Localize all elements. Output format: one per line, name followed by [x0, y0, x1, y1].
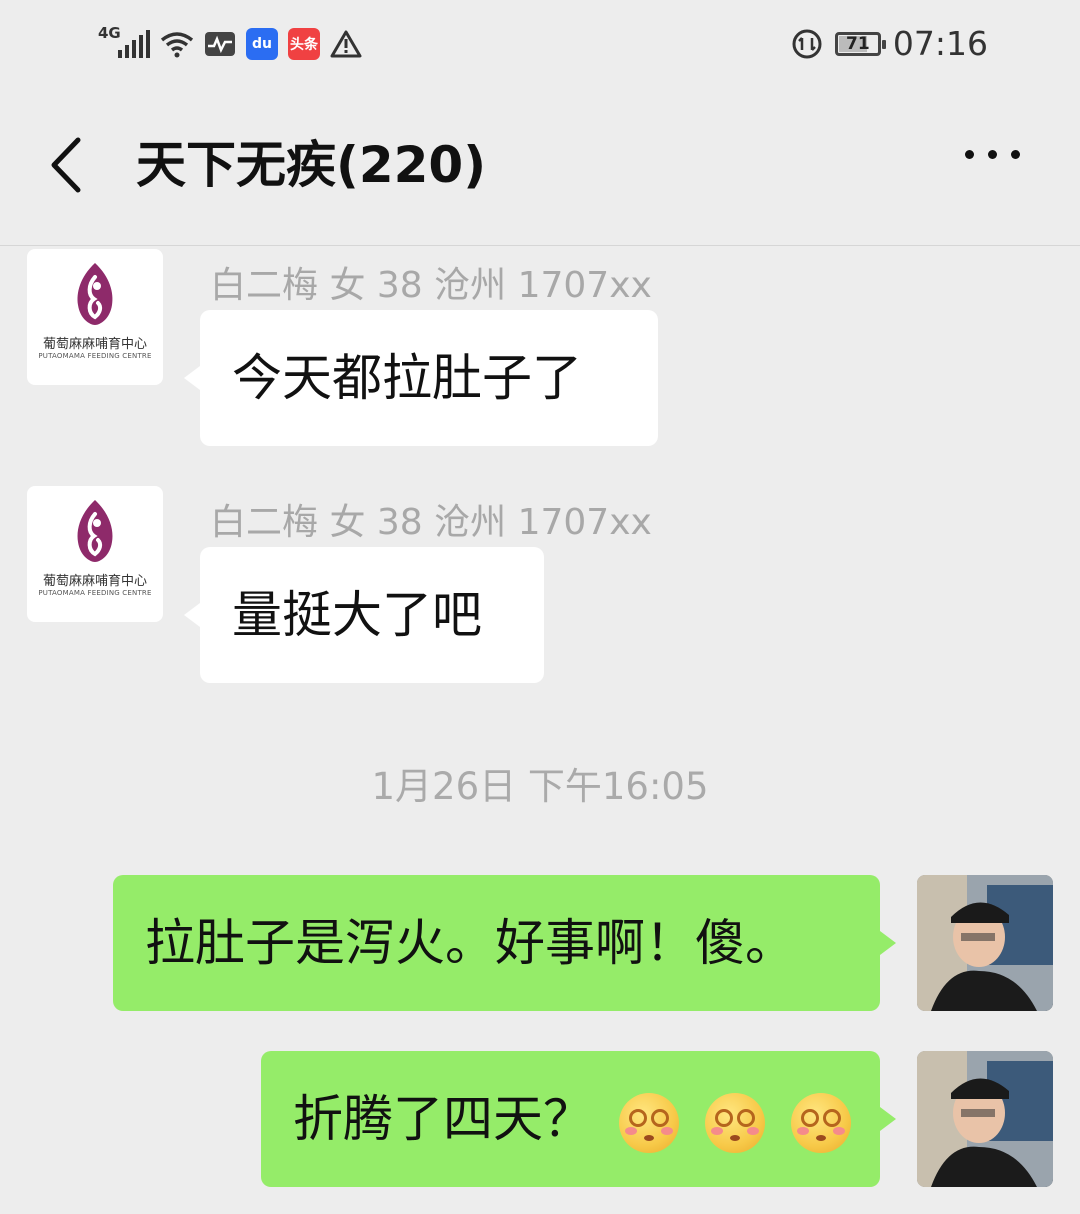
battery-level: 71: [846, 33, 870, 54]
dizzy-face-emoji-icon: [790, 1092, 851, 1153]
message-bubble[interactable]: 折腾了四天？: [261, 1051, 896, 1187]
avatar[interactable]: 葡萄麻麻哺育中心 PUTAOMAMA FEEDING CENTRE: [27, 249, 163, 385]
putaomama-logo-icon: [77, 500, 113, 562]
dizzy-face-emoji-icon: [704, 1092, 765, 1153]
warning-icon: [330, 30, 362, 58]
message-bubble[interactable]: 今天都拉肚子了: [184, 310, 658, 446]
clock: 07:16: [892, 24, 988, 63]
message-bubble[interactable]: 量挺大了吧: [184, 547, 544, 683]
chat-header: 天下无疾(220): [0, 88, 1080, 246]
dizzy-face-emoji-icon: [618, 1092, 679, 1153]
battery-icon: 71: [834, 31, 886, 56]
wifi-icon: [160, 32, 194, 58]
message-text: 今天都拉肚子了: [232, 349, 582, 407]
avatar[interactable]: [917, 875, 1053, 1011]
timestamp: 1月26日 下午16:05: [371, 765, 709, 808]
data-saver-icon: [792, 29, 822, 58]
activity-monitor-icon: [205, 32, 235, 56]
message-text: 折腾了四天？: [293, 1090, 593, 1148]
logo-text-cn: 葡萄麻麻哺育中心: [42, 337, 147, 352]
back-icon[interactable]: [42, 134, 92, 196]
sender-name: 白二梅 女 38 沧州 1707xx: [210, 502, 652, 543]
status-left-icons: du 头条: [98, 26, 362, 62]
chat-title: 天下无疾(220): [136, 136, 487, 194]
sender-name: 白二梅 女 38 沧州 1707xx: [210, 265, 652, 306]
avatar[interactable]: [917, 1051, 1053, 1187]
message-bubble[interactable]: 拉肚子是泻火。好事啊！傻。: [113, 875, 896, 1011]
baidu-app-icon: du: [246, 28, 278, 60]
signal-icon: [118, 30, 150, 58]
more-icon[interactable]: [965, 150, 1020, 159]
message-text: 拉肚子是泻火。好事啊！傻。: [145, 914, 795, 972]
user-photo-icon: [917, 875, 1053, 1011]
logo-text-en: PUTAOMAMA FEEDING CENTRE: [38, 589, 152, 597]
user-photo-icon: [917, 1051, 1053, 1187]
status-right-icons: 71 07:16: [791, 24, 988, 63]
logo-text-en: PUTAOMAMA FEEDING CENTRE: [38, 352, 152, 360]
avatar[interactable]: 葡萄麻麻哺育中心 PUTAOMAMA FEEDING CENTRE: [27, 486, 163, 622]
message-text: 量挺大了吧: [232, 586, 482, 644]
toutiao-app-icon: 头条: [288, 28, 320, 60]
logo-text-cn: 葡萄麻麻哺育中心: [42, 574, 147, 589]
putaomama-logo-icon: [77, 263, 113, 325]
status-bar: 4G du 头条 71 07:16: [0, 0, 1080, 88]
